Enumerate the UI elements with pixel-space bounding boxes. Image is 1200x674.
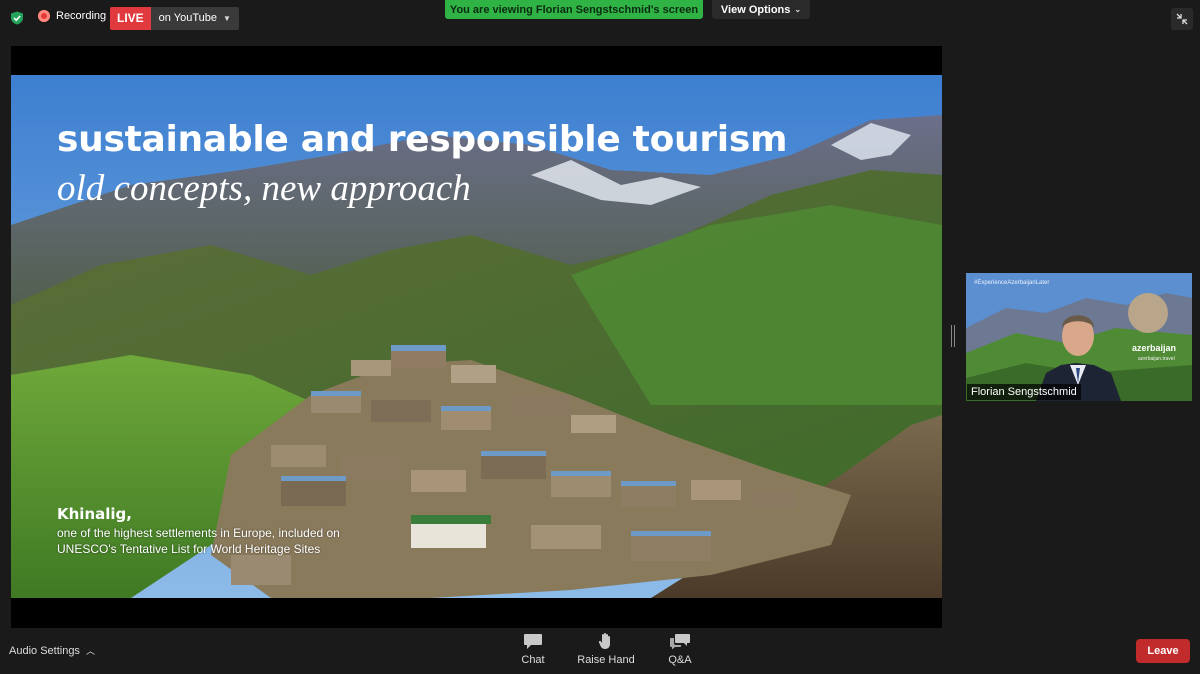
chat-label: Chat: [521, 654, 545, 666]
zoom-meeting-window: Recording LIVE on YouTube ▼ You are view…: [0, 0, 1200, 674]
qa-button[interactable]: Q&A: [650, 632, 710, 672]
virtual-background: [966, 273, 1192, 401]
caption-heading: Khinalig,: [57, 505, 132, 523]
leave-button[interactable]: Leave: [1136, 639, 1190, 663]
viewing-screen-banner: You are viewing Florian Sengstschmid's s…: [445, 0, 703, 19]
exit-fullscreen-icon: [1176, 13, 1188, 25]
raise-hand-label: Raise Hand: [577, 654, 635, 666]
live-badge: LIVE: [110, 7, 151, 30]
shield-check-icon[interactable]: [10, 11, 24, 25]
recording-indicator[interactable]: Recording: [38, 10, 106, 22]
brand-logo-text: azerbaijan: [1132, 343, 1177, 353]
recording-label: Recording: [56, 10, 107, 22]
brand-subtext: azerbaijan.travel: [1138, 356, 1175, 362]
caret-down-icon: ▼: [223, 14, 231, 23]
chevron-down-icon: ⌄: [794, 5, 802, 14]
chat-button[interactable]: Chat: [503, 632, 563, 672]
qa-label: Q&A: [668, 654, 692, 666]
view-options-button[interactable]: View Options ⌄: [712, 0, 810, 19]
live-destination-dropdown[interactable]: on YouTube ▼: [150, 7, 239, 30]
split-view-handle[interactable]: [951, 325, 955, 347]
record-dot-icon: [38, 10, 50, 22]
caption-line-1: one of the highest settlements in Europe…: [57, 526, 340, 540]
hashtag-text: #ExperienceAzerbaijanLater: [974, 280, 1050, 286]
qa-bubbles-icon: [669, 632, 691, 650]
raise-hand-button[interactable]: Raise Hand: [576, 632, 636, 672]
participant-video-tile[interactable]: #ExperienceAzerbaijanLater azerbaijan az…: [966, 273, 1192, 401]
audio-settings-label: Audio Settings: [9, 644, 80, 657]
shared-screen: sustainable and responsible tourism old …: [11, 46, 942, 628]
caption-line-2: UNESCO's Tentative List for World Herita…: [57, 542, 321, 556]
view-options-label: View Options: [720, 3, 791, 16]
live-destination-label: on YouTube: [158, 12, 217, 24]
hand-icon: [595, 632, 617, 650]
chat-bubble-icon: [522, 632, 544, 650]
participant-name-tag: Florian Sengstschmid: [967, 384, 1081, 400]
slide-title: sustainable and responsible tourism: [57, 119, 788, 160]
presentation-slide: sustainable and responsible tourism old …: [11, 75, 942, 598]
exit-fullscreen-button[interactable]: [1171, 8, 1193, 30]
audio-settings-button[interactable]: Audio Settings ︿: [9, 644, 95, 657]
slide-subtitle: old concepts, new approach: [57, 168, 471, 209]
chevron-up-icon: ︿: [85, 646, 95, 656]
live-stream-control[interactable]: LIVE on YouTube ▼: [110, 7, 239, 30]
